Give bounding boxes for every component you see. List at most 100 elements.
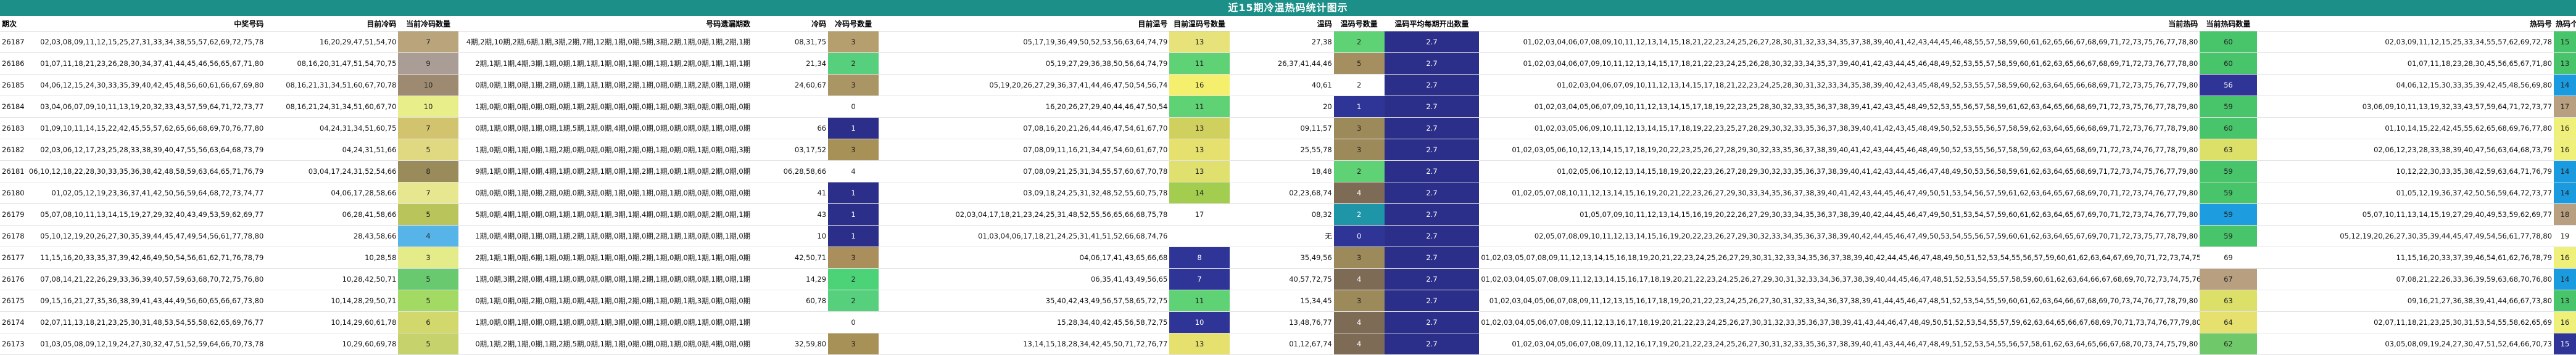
cell-hot-now[interactable]: 01,02,03,04,05,06,07,08,09,11,12,13,16,1… bbox=[1479, 311, 2200, 333]
cell-warm-now[interactable]: 05,19,27,29,36,38,50,56,64,74,79 bbox=[879, 52, 1170, 75]
cell-hot-now[interactable]: 02,05,07,08,09,10,11,12,13,14,15,16,19,2… bbox=[1479, 225, 2200, 247]
cell-cold-hit-count[interactable]: 3 bbox=[828, 31, 879, 53]
cell-gap-detail[interactable]: 2期,1期,1期,0期,6期,1期,0期,1期,0期,1期,0期,0期,2期,1… bbox=[458, 247, 753, 269]
cell-cold-hit-count[interactable]: 4 bbox=[828, 160, 879, 182]
table-row[interactable]: 26185 04,06,12,15,24,30,33,35,39,40,42,45… bbox=[0, 74, 2576, 96]
cell-cold-count[interactable]: 10 bbox=[398, 96, 458, 118]
cell-issue[interactable]: 26182 bbox=[0, 139, 25, 161]
header-warm-avg[interactable]: 温码平均每期开出数量 bbox=[1384, 16, 1480, 31]
table-row[interactable]: 26180 01,02,05,12,19,23,36,37,41,42,50,56… bbox=[0, 182, 2576, 204]
cell-hot-today[interactable]: 04,24,31,34,51,60,75 bbox=[265, 117, 399, 139]
cell-warm-now[interactable]: 06,35,41,43,49,56,65 bbox=[879, 268, 1170, 290]
cell-cold-hits[interactable]: 66 bbox=[752, 117, 829, 139]
cell-warm-count[interactable]: 13 bbox=[1169, 333, 1230, 355]
cell-hot-count[interactable]: 63 bbox=[2200, 139, 2257, 161]
cell-hot-count[interactable]: 67 bbox=[2200, 268, 2257, 290]
cell-warm-count[interactable]: 17 bbox=[1169, 203, 1230, 226]
cell-cold-hit-count[interactable]: 2 bbox=[828, 52, 879, 75]
table-row[interactable]: 26186 01,07,11,18,21,23,26,28,30,34,37,41… bbox=[0, 52, 2576, 75]
cell-hot-today[interactable]: 10,28,58 bbox=[265, 247, 399, 269]
cell-cold-count[interactable]: 7 bbox=[398, 182, 458, 204]
cell-hot-count[interactable]: 60 bbox=[2200, 31, 2257, 53]
cell-gap-detail[interactable]: 0期,0期,1期,0期,1期,2期,0期,1期,1期,1期,0期,2期,1期,0… bbox=[458, 74, 753, 96]
cell-gap-detail[interactable]: 9期,1期,0期,1期,0期,4期,1期,0期,2期,1期,0期,1期,2期,1… bbox=[458, 160, 753, 182]
cell-hot-hit-count[interactable]: 16 bbox=[2554, 311, 2576, 333]
cell-warm-hits[interactable]: 01,12,67,74 bbox=[1229, 333, 1334, 355]
cell-hot-today[interactable]: 28,43,58,66 bbox=[265, 225, 399, 247]
cell-warm-hit-count[interactable]: 2 bbox=[1333, 160, 1385, 182]
cell-warm-hit-count[interactable]: 3 bbox=[1333, 139, 1385, 161]
table-row[interactable]: 26182 02,03,06,12,17,23,25,28,33,38,39,40… bbox=[0, 139, 2576, 161]
cell-warm-now[interactable]: 04,06,17,41,43,65,66,68 bbox=[879, 247, 1170, 269]
cell-warm-hits[interactable]: 40,57,72,75 bbox=[1229, 268, 1334, 290]
table-row[interactable]: 26176 07,08,14,21,22,26,29,33,36,39,40,57… bbox=[0, 268, 2576, 290]
cell-cold-count[interactable]: 3 bbox=[398, 247, 458, 269]
cell-warm-now[interactable]: 07,08,09,11,16,21,34,47,54,60,61,67,70 bbox=[879, 139, 1170, 161]
cell-gap-detail[interactable]: 2期,1期,1期,4期,3期,1期,0期,1期,1期,1期,0期,1期,0期,1… bbox=[458, 52, 753, 75]
cell-hot-hits[interactable]: 03,05,08,09,19,24,27,30,47,51,52,64,66,7… bbox=[2256, 333, 2554, 355]
cell-cold-hits[interactable]: 41 bbox=[752, 182, 829, 204]
cell-warm-count[interactable]: 10 bbox=[1169, 311, 1230, 333]
cell-winning[interactable]: 01,02,05,12,19,23,36,37,41,42,50,56,59,6… bbox=[25, 182, 266, 204]
cell-hot-hit-count[interactable]: 18 bbox=[2554, 203, 2576, 226]
cell-cold-hits[interactable]: 14,29 bbox=[752, 268, 829, 290]
cell-hot-now[interactable]: 01,02,03,05,07,08,09,11,12,13,14,15,16,1… bbox=[1479, 247, 2200, 269]
cell-warm-hit-count[interactable]: 3 bbox=[1333, 117, 1385, 139]
cell-hot-now[interactable]: 01,02,03,04,05,07,08,09,11,12,13,14,15,1… bbox=[1479, 268, 2200, 290]
cell-warm-avg[interactable]: 2.7 bbox=[1384, 117, 1480, 139]
cell-warm-now[interactable]: 35,40,42,43,49,56,57,58,65,72,75 bbox=[879, 290, 1170, 312]
cell-winning[interactable]: 09,15,16,21,27,35,36,38,39,41,43,44,49,5… bbox=[25, 290, 266, 312]
cell-winning[interactable]: 06,10,12,18,22,28,30,33,35,36,38,42,48,5… bbox=[25, 160, 266, 182]
cell-issue[interactable]: 26183 bbox=[0, 117, 25, 139]
cell-warm-count[interactable]: 11 bbox=[1169, 290, 1230, 312]
cell-issue[interactable]: 26184 bbox=[0, 96, 25, 118]
cell-warm-hit-count[interactable]: 3 bbox=[1333, 247, 1385, 269]
cell-hot-now[interactable]: 01,02,03,04,05,06,07,08,09,11,12,13,15,1… bbox=[1479, 290, 2200, 312]
cell-warm-now[interactable]: 07,08,09,21,25,31,34,55,57,60,67,70,78 bbox=[879, 160, 1170, 182]
cell-warm-hit-count[interactable]: 0 bbox=[1333, 225, 1385, 247]
cell-hot-count[interactable]: 59 bbox=[2200, 96, 2257, 118]
cell-gap-detail[interactable]: 5期,0期,4期,1期,0期,0期,1期,1期,0期,1期,3期,1期,4期,0… bbox=[458, 203, 753, 226]
header-winning[interactable]: 中奖号码 bbox=[25, 16, 266, 31]
cell-hot-hits[interactable]: 09,16,21,27,36,38,39,41,44,66,67,73,80 bbox=[2256, 290, 2554, 312]
cell-winning[interactable]: 02,03,06,12,17,23,25,28,33,38,39,40,47,5… bbox=[25, 139, 266, 161]
cell-warm-now[interactable]: 05,19,20,26,27,29,36,37,41,44,46,47,50,5… bbox=[879, 74, 1170, 96]
cell-hot-hits[interactable]: 05,12,19,20,26,27,30,35,39,44,45,47,49,5… bbox=[2256, 225, 2554, 247]
cell-winning[interactable]: 01,09,10,11,14,15,22,42,45,55,57,62,65,6… bbox=[25, 117, 266, 139]
cell-cold-count[interactable]: 10 bbox=[398, 74, 458, 96]
cell-cold-hits[interactable]: 24,60,67 bbox=[752, 74, 829, 96]
cell-warm-now[interactable]: 03,09,18,24,25,31,32,48,52,55,60,75,78 bbox=[879, 182, 1170, 204]
header-issue[interactable]: 期次 bbox=[0, 16, 25, 31]
cell-warm-avg[interactable]: 2.7 bbox=[1384, 225, 1480, 247]
cell-hot-hits[interactable]: 10,12,22,30,33,35,38,42,59,63,64,71,76,7… bbox=[2256, 160, 2554, 182]
table-row[interactable]: 26178 05,10,12,19,20,26,27,30,35,39,44,45… bbox=[0, 225, 2576, 247]
cell-cold-hit-count[interactable]: 2 bbox=[828, 268, 879, 290]
cell-gap-detail[interactable]: 4期,2期,10期,2期,6期,1期,3期,2期,7期,12期,1期,0期,5期… bbox=[458, 31, 753, 53]
cell-cold-hit-count[interactable]: 3 bbox=[828, 74, 879, 96]
cell-warm-hits[interactable]: 15,34,45 bbox=[1229, 290, 1334, 312]
cell-cold-hit-count[interactable]: 3 bbox=[828, 247, 879, 269]
cell-hot-count[interactable]: 59 bbox=[2200, 182, 2257, 204]
cell-hot-hits[interactable]: 05,07,10,11,13,14,15,19,27,29,40,49,53,5… bbox=[2256, 203, 2554, 226]
cell-winning[interactable]: 05,07,08,10,11,13,14,15,19,27,29,32,40,4… bbox=[25, 203, 266, 226]
cell-cold-count[interactable]: 7 bbox=[398, 31, 458, 53]
cell-hot-now[interactable]: 01,02,03,05,06,10,12,13,14,15,17,18,19,2… bbox=[1479, 139, 2200, 161]
cell-warm-avg[interactable]: 2.7 bbox=[1384, 74, 1480, 96]
cell-warm-hits[interactable]: 无 bbox=[1229, 225, 1334, 247]
cell-cold-hits[interactable]: 60,78 bbox=[752, 290, 829, 312]
cell-winning[interactable]: 01,03,05,08,09,12,19,24,27,30,32,47,51,5… bbox=[25, 333, 266, 355]
cell-cold-hits[interactable]: 10 bbox=[752, 225, 829, 247]
cell-cold-hit-count[interactable]: 2 bbox=[828, 290, 879, 312]
cell-cold-hit-count[interactable]: 1 bbox=[828, 203, 879, 226]
cell-issue[interactable]: 26179 bbox=[0, 203, 25, 226]
cell-winning[interactable]: 03,04,06,07,09,10,11,13,19,20,32,33,43,5… bbox=[25, 96, 266, 118]
cell-warm-now[interactable]: 07,08,16,20,21,26,44,46,47,54,61,67,70 bbox=[879, 117, 1170, 139]
cell-cold-count[interactable]: 8 bbox=[398, 160, 458, 182]
cell-warm-count[interactable]: 13 bbox=[1169, 139, 1230, 161]
cell-warm-hit-count[interactable]: 4 bbox=[1333, 182, 1385, 204]
cell-hot-hit-count[interactable]: 16 bbox=[2554, 247, 2576, 269]
cell-gap-detail[interactable]: 0期,1期,2期,1期,0期,1期,2期,5期,0期,1期,1期,0期,0期,0… bbox=[458, 333, 753, 355]
cell-hot-hit-count[interactable]: 14 bbox=[2554, 268, 2576, 290]
cell-cold-hits[interactable]: 03,17,52 bbox=[752, 139, 829, 161]
cell-cold-hit-count[interactable]: 3 bbox=[828, 333, 879, 355]
